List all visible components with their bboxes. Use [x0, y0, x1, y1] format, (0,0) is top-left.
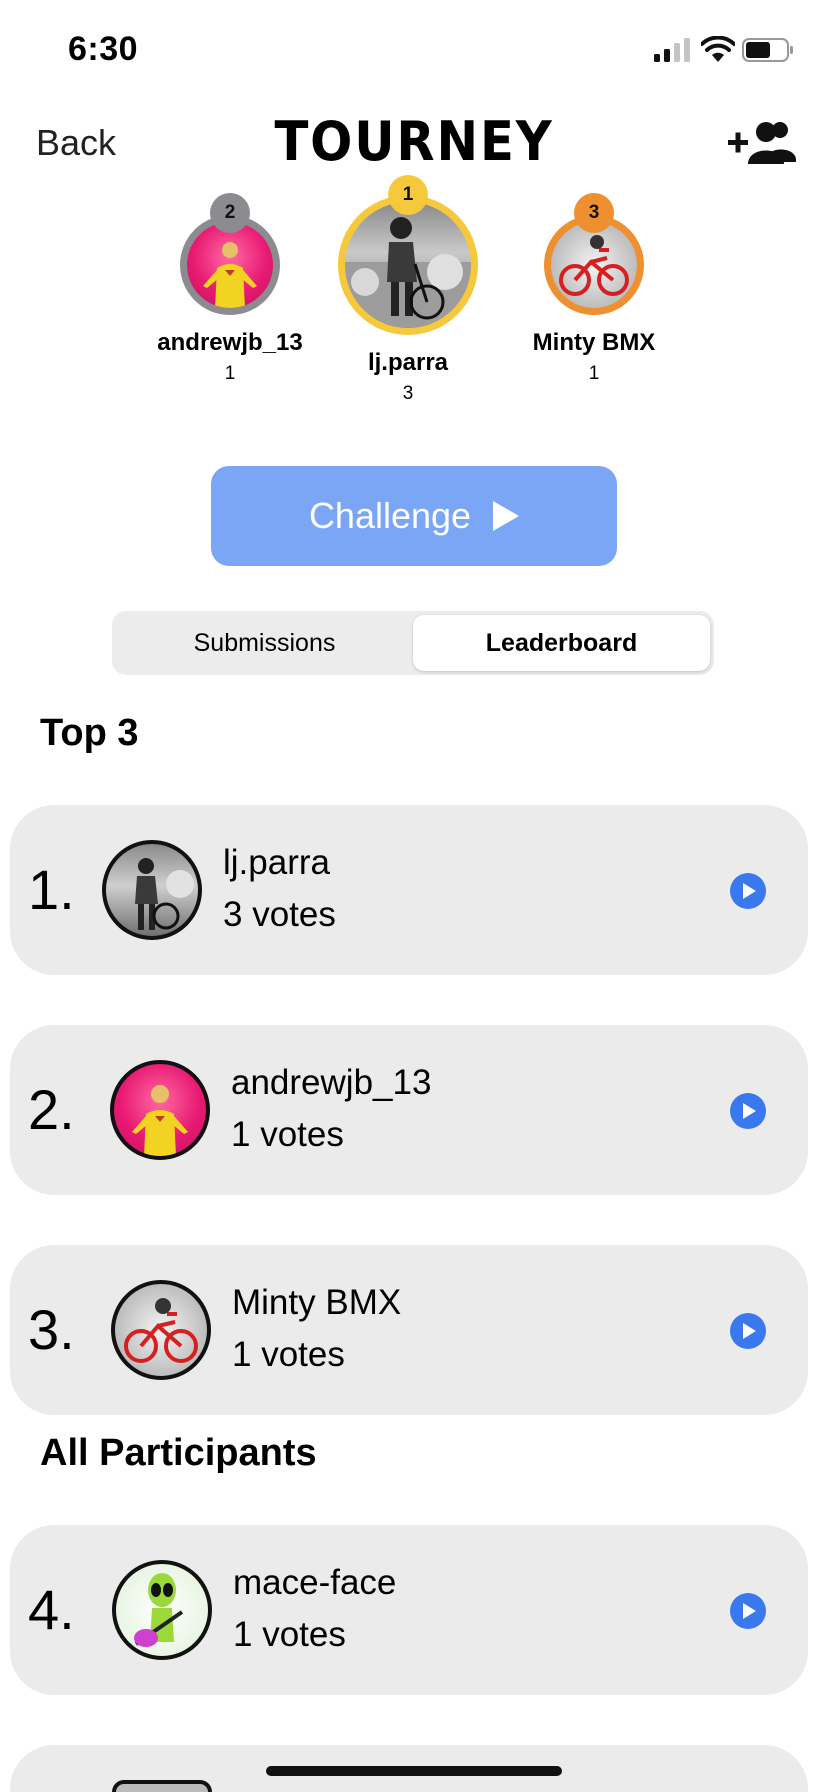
- rank-badge: 3: [574, 193, 614, 233]
- row-votes: 1 votes: [232, 1335, 345, 1374]
- tab-control: Submissions Leaderboard: [112, 611, 714, 675]
- app-logo: TOURNEY: [274, 110, 554, 173]
- leaderboard-row[interactable]: 1. lj.parra 3 votes: [10, 805, 808, 975]
- row-name: andrewjb_13: [231, 1063, 432, 1102]
- row-rank: 2.: [28, 1078, 75, 1141]
- tab-submissions[interactable]: Submissions: [116, 615, 413, 671]
- avatar: [112, 1780, 212, 1792]
- podium-name: lj.parra: [367, 349, 449, 376]
- podium-third[interactable]: 3 Minty BMX 1: [494, 193, 694, 385]
- person-add-icon[interactable]: [728, 120, 796, 166]
- avatar: [110, 1060, 210, 1160]
- row-name: mace-face: [233, 1563, 397, 1602]
- avatar: 1: [338, 175, 478, 335]
- play-icon[interactable]: [730, 873, 766, 909]
- play-icon[interactable]: [730, 1593, 766, 1629]
- podium-votes: 1: [224, 363, 236, 384]
- avatar: [111, 1280, 211, 1380]
- play-icon[interactable]: [730, 1313, 766, 1349]
- row-votes: 3 votes: [223, 895, 336, 934]
- rank-badge: 1: [388, 175, 428, 215]
- podium-votes: 1: [588, 363, 600, 384]
- section-title-all-participants: All Participants: [40, 1432, 317, 1474]
- row-rank: 3.: [28, 1298, 75, 1361]
- podium-first[interactable]: 1 lj.parra 3: [308, 175, 508, 405]
- challenge-button[interactable]: Challenge: [211, 466, 617, 566]
- challenge-label: Challenge: [308, 495, 472, 536]
- battery-icon: [742, 38, 793, 62]
- play-icon[interactable]: [730, 1093, 766, 1129]
- row-name: Minty BMX: [232, 1283, 402, 1322]
- play-icon: [493, 501, 520, 531]
- podium-second[interactable]: 2 andrewjb_13 1: [130, 193, 330, 385]
- avatar: 2: [180, 193, 280, 315]
- cellular-signal-icon: [654, 38, 690, 62]
- wifi-icon: [701, 36, 735, 62]
- avatar: 3: [544, 193, 644, 315]
- podium-name: andrewjb_13: [157, 329, 303, 356]
- podium-votes: 3: [402, 383, 414, 404]
- row-votes: 1 votes: [231, 1115, 344, 1154]
- row-rank: 1.: [28, 858, 75, 921]
- leaderboard-row[interactable]: 3. Minty BMX 1 votes: [10, 1245, 808, 1415]
- podium-name: Minty BMX: [532, 329, 656, 356]
- row-name: lj.parra: [223, 843, 330, 882]
- avatar: [102, 840, 202, 940]
- podium: 2 andrewjb_13 1 1 lj.parra 3 3 Minty BMX…: [0, 175, 828, 435]
- section-title-top3: Top 3: [40, 712, 139, 754]
- tab-leaderboard[interactable]: Leaderboard: [413, 615, 710, 671]
- home-indicator[interactable]: [266, 1766, 562, 1776]
- row-rank: 4.: [28, 1578, 75, 1641]
- avatar: [112, 1560, 212, 1660]
- status-bar: 6:30: [0, 0, 828, 100]
- leaderboard-row[interactable]: 2. andrewjb_13 1 votes: [10, 1025, 808, 1195]
- status-time: 6:30: [68, 30, 139, 68]
- leaderboard-row[interactable]: 4. mace-face 1 votes: [10, 1525, 808, 1695]
- row-votes: 1 votes: [233, 1615, 346, 1654]
- rank-badge: 2: [210, 193, 250, 233]
